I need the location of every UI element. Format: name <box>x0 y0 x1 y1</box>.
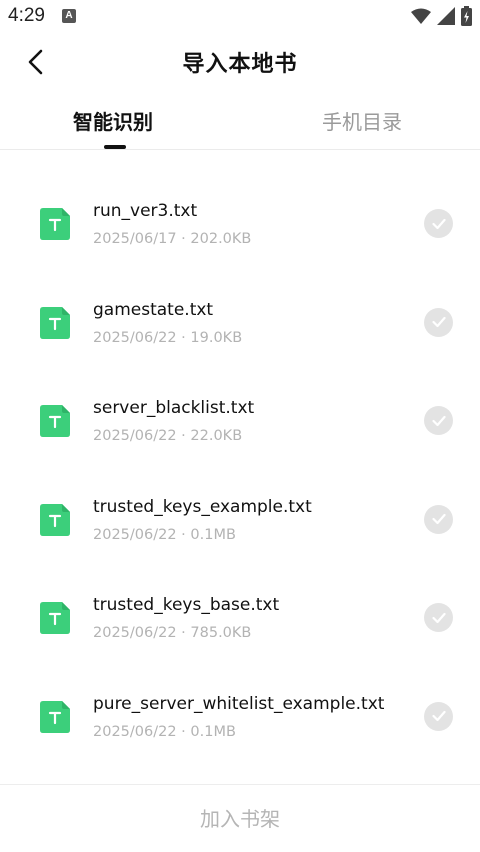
file-item[interactable]: run_ver3.txt 2025/06/17 · 202.0KB <box>0 163 480 262</box>
file-item[interactable]: pure_server_whitelist_example.txt 2025/0… <box>0 656 480 755</box>
file-meta: 2025/06/22 · 22.0KB <box>93 428 243 445</box>
select-checkbox[interactable] <box>424 406 453 436</box>
file-list: run_ver3.txt 2025/06/17 · 202.0KB gamest… <box>0 163 480 755</box>
file-name: trusted_keys_base.txt <box>93 595 280 616</box>
file-item[interactable]: gamestate.txt 2025/06/22 · 19.0KB <box>0 262 480 361</box>
file-name: gamestate.txt <box>93 299 214 320</box>
file-item[interactable]: server_blacklist.txt 2025/06/22 · 22.0KB <box>0 360 480 459</box>
tab-phone-directory[interactable]: 手机目录 <box>322 106 402 135</box>
tab-indicator <box>104 145 126 149</box>
check-icon <box>431 316 446 328</box>
select-checkbox[interactable] <box>424 603 453 633</box>
select-checkbox[interactable] <box>424 307 453 337</box>
file-name: pure_server_whitelist_example.txt <box>93 693 385 714</box>
add-to-bookshelf-button[interactable]: 加入书架 <box>0 803 480 832</box>
file-name: server_blacklist.txt <box>93 398 255 419</box>
signal-icon <box>437 7 455 25</box>
page-title: 导入本地书 <box>182 52 298 77</box>
file-meta: 2025/06/22 · 785.0KB <box>93 625 252 642</box>
tab-smart-detect[interactable]: 智能识别 <box>73 106 153 135</box>
file-meta: 2025/06/22 · 0.1MB <box>93 526 236 543</box>
select-checkbox[interactable] <box>424 701 453 731</box>
status-bar: 4:29 A <box>0 0 480 34</box>
txt-file-icon <box>40 208 70 240</box>
check-icon <box>431 218 446 229</box>
check-icon <box>431 711 446 722</box>
tab-bar: 智能识别 手机目录 <box>0 100 480 150</box>
status-time: 4:29 <box>8 5 45 26</box>
txt-file-icon <box>40 503 70 536</box>
select-checkbox[interactable] <box>424 504 453 534</box>
nav-bar: 导入本地书 <box>0 34 480 90</box>
file-meta: 2025/06/17 · 202.0KB <box>93 231 252 247</box>
txt-file-icon <box>40 405 70 438</box>
status-icons <box>411 6 472 26</box>
battery-icon <box>461 6 472 26</box>
wifi-icon <box>411 8 431 24</box>
txt-file-icon <box>40 700 70 733</box>
notification-icon: A <box>62 9 76 23</box>
check-icon <box>431 415 446 426</box>
txt-file-icon <box>40 602 70 635</box>
file-item[interactable]: trusted_keys_base.txt 2025/06/22 · 785.0… <box>0 557 480 656</box>
check-icon <box>431 612 446 623</box>
txt-file-icon <box>40 306 70 339</box>
file-name: run_ver3.txt <box>93 201 198 221</box>
select-checkbox[interactable] <box>424 209 453 238</box>
bottom-bar: 加入书架 <box>0 784 480 852</box>
file-meta: 2025/06/22 · 0.1MB <box>93 723 236 740</box>
file-meta: 2025/06/22 · 19.0KB <box>93 329 243 346</box>
file-item[interactable]: trusted_keys_example.txt 2025/06/22 · 0.… <box>0 459 480 558</box>
check-icon <box>431 514 446 525</box>
file-name: trusted_keys_example.txt <box>93 496 312 517</box>
